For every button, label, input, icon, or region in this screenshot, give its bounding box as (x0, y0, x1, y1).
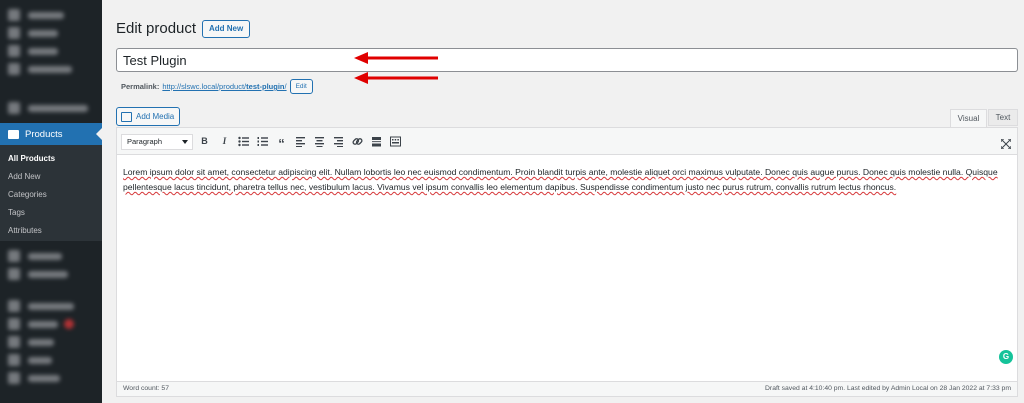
editor-toolbar: Paragraph B I “ (117, 128, 1017, 155)
align-right-icon[interactable] (333, 136, 344, 147)
editor-status-bar: Word count: 57 Draft saved at 4:10:40 pm… (116, 381, 1018, 397)
blurred-menu-group-mid (0, 99, 102, 117)
add-media-label: Add Media (136, 112, 175, 121)
blurred-menu-item[interactable] (0, 297, 102, 315)
submenu-add-new[interactable]: Add New (0, 168, 102, 186)
grammarly-icon[interactable]: G (999, 350, 1013, 364)
blurred-menu-item[interactable] (0, 42, 102, 60)
permalink-link[interactable]: http://slswc.local/product/test-plugin/ (162, 82, 286, 91)
permalink-slug: test-plugin (246, 82, 285, 91)
blurred-menu-item[interactable] (0, 369, 102, 387)
align-center-icon[interactable] (314, 136, 325, 147)
fullscreen-icon[interactable] (1000, 136, 1012, 150)
autosave-status: Draft saved at 4:10:40 pm. Last edited b… (765, 385, 1011, 392)
permalink-trailing: / (284, 82, 287, 91)
italic-icon[interactable]: I (219, 136, 230, 147)
blurred-menu-item[interactable] (0, 315, 102, 333)
permalink-base: http://slswc.local/product/ (162, 82, 247, 91)
submenu-tags[interactable]: Tags (0, 204, 102, 222)
blurred-menu-item[interactable] (0, 333, 102, 351)
permalink-edit-button[interactable]: Edit (289, 79, 313, 94)
bulleted-list-icon[interactable] (238, 136, 249, 147)
products-submenu: All Products Add New Categories Tags Att… (0, 145, 102, 241)
sidebar-item-products[interactable]: Products (0, 123, 102, 145)
numbered-list-icon[interactable] (257, 136, 268, 147)
bold-icon[interactable]: B (199, 136, 210, 147)
blurred-menu-item[interactable] (0, 6, 102, 24)
blurred-menu-group-bottom (0, 247, 102, 387)
link-icon[interactable] (352, 136, 363, 147)
blurred-menu-item[interactable] (0, 265, 102, 283)
format-select-value: Paragraph (127, 137, 163, 146)
blurred-menu-item[interactable] (0, 99, 102, 117)
submenu-attributes[interactable]: Attributes (0, 222, 102, 240)
blurred-menu-item[interactable] (0, 24, 102, 42)
toolbar-toggle-icon[interactable] (390, 136, 401, 147)
editor-text: Lorem ipsum dolor sit amet, consectetur … (123, 167, 998, 192)
add-media-button[interactable]: Add Media (116, 107, 181, 126)
main-content: Edit product Add New Permalink: http://s… (102, 0, 1024, 403)
format-select[interactable]: Paragraph (121, 134, 193, 150)
chevron-down-icon (182, 140, 188, 144)
blurred-menu-item[interactable] (0, 247, 102, 265)
blurred-menu-item[interactable] (0, 60, 102, 78)
products-icon (8, 129, 19, 139)
permalink-row: Permalink: http://slswc.local/product/te… (121, 79, 313, 94)
sidebar-item-label: Products (25, 128, 63, 140)
submenu-categories[interactable]: Categories (0, 186, 102, 204)
add-media-icon (121, 111, 132, 122)
blurred-menu-group-top (0, 0, 102, 78)
annotation-arrow-permalink (354, 72, 438, 84)
read-more-icon[interactable] (371, 136, 382, 147)
admin-sidebar: Products All Products Add New Categories… (0, 0, 102, 403)
align-left-icon[interactable] (295, 136, 306, 147)
blurred-menu-item[interactable] (0, 351, 102, 369)
page-title: Edit product (116, 20, 197, 37)
tab-text[interactable]: Text (988, 109, 1018, 126)
submenu-all-products[interactable]: All Products (0, 150, 102, 168)
tab-visual[interactable]: Visual (950, 109, 987, 127)
editor-content[interactable]: Lorem ipsum dolor sit amet, consectetur … (117, 155, 1017, 205)
word-count: Word count: 57 (123, 385, 169, 392)
blockquote-icon[interactable]: “ (276, 136, 287, 151)
add-new-button[interactable]: Add New (202, 20, 251, 38)
annotation-arrow-title (354, 52, 438, 64)
permalink-label: Permalink: (121, 82, 160, 91)
product-title-input[interactable] (116, 48, 1018, 72)
content-editor: Paragraph B I “ Lorem ipsum dolor sit am… (116, 127, 1018, 397)
